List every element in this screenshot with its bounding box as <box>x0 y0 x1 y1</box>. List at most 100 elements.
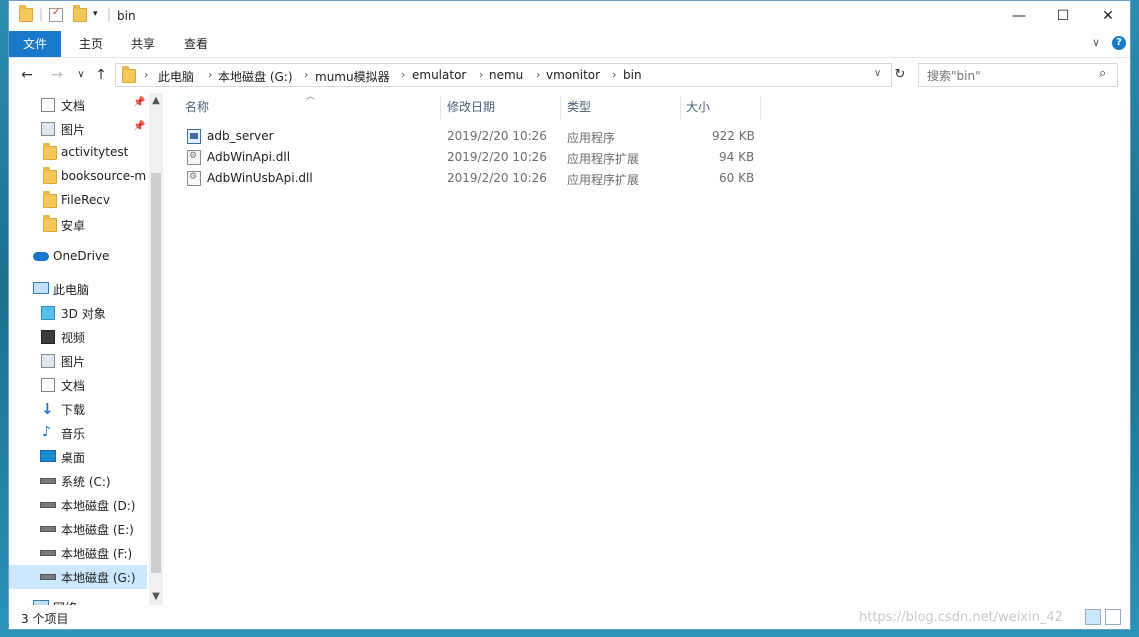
address-bar[interactable]: › 此电脑 › 本地磁盘 (G:) › mumu模拟器 › emulator ›… <box>115 63 892 87</box>
nav-item-drive-c[interactable]: 系统 (C:) <box>9 469 147 493</box>
tab-view[interactable]: 查看 <box>170 31 222 57</box>
breadcrumb-item[interactable]: 本地磁盘 (G:) <box>218 68 293 85</box>
tab-file[interactable]: 文件 <box>9 31 62 57</box>
3d-objects-icon <box>41 306 55 320</box>
nav-item-drive-g[interactable]: 本地磁盘 (G:) <box>9 565 147 589</box>
column-divider[interactable] <box>680 95 681 121</box>
column-header-type[interactable]: 类型 <box>567 93 591 121</box>
column-header-modified[interactable]: 修改日期 <box>447 93 495 121</box>
nav-item-desktop[interactable]: 桌面 <box>9 445 147 469</box>
search-box[interactable]: ⌕ <box>918 63 1118 87</box>
nav-item-booksource[interactable]: booksource-m <box>9 165 147 189</box>
file-row[interactable]: adb_server 2019/2/20 10:26 应用程序 922 KB <box>179 126 779 147</box>
nav-item-3d-objects[interactable]: 3D 对象 <box>9 301 147 325</box>
file-size: 922 KB <box>712 129 755 143</box>
nav-item-drive-d[interactable]: 本地磁盘 (D:) <box>9 493 147 517</box>
nav-item-pictures-pinned[interactable]: 图片 📌 <box>9 117 147 141</box>
breadcrumb-item[interactable]: vmonitor <box>546 68 600 82</box>
chevron-right-icon: › <box>304 68 309 81</box>
nav-item-onedrive[interactable]: OneDrive <box>9 245 147 269</box>
tab-home[interactable]: 主页 <box>65 31 117 57</box>
back-button[interactable]: ← <box>17 65 37 85</box>
desktop-icon <box>40 450 56 462</box>
sort-ascending-icon: ︿ <box>306 92 316 102</box>
nav-item-network[interactable]: 网络 <box>9 595 147 605</box>
file-row[interactable]: AdbWinApi.dll 2019/2/20 10:26 应用程序扩展 94 … <box>179 147 779 168</box>
downloads-icon: ↓ <box>41 400 54 418</box>
column-header-name[interactable]: 名称 <box>185 93 209 121</box>
maximize-button[interactable]: ☐ <box>1040 1 1086 31</box>
large-icons-view-icon[interactable] <box>1105 609 1121 625</box>
address-dropdown-icon[interactable]: ∨ <box>874 68 881 79</box>
nav-item-filerecv[interactable]: FileRecv <box>9 189 147 213</box>
nav-scrollbar[interactable]: ▲ ▼ <box>149 93 163 605</box>
file-modified: 2019/2/20 10:26 <box>447 171 547 185</box>
drive-icon <box>40 502 56 508</box>
recent-locations-button[interactable]: ∨ <box>71 65 91 85</box>
folder-icon <box>43 143 57 160</box>
breadcrumb-item[interactable]: emulator <box>412 68 466 82</box>
nav-item-pictures[interactable]: 图片 <box>9 349 147 373</box>
file-size: 60 KB <box>719 171 755 185</box>
tab-share[interactable]: 共享 <box>117 31 169 57</box>
breadcrumb-item[interactable]: nemu <box>489 68 523 82</box>
address-row: ← → ∨ ↑ › 此电脑 › 本地磁盘 (G:) › mumu模拟器 › em… <box>9 61 1130 89</box>
nav-item-this-pc[interactable]: 此电脑 <box>9 277 147 301</box>
help-icon[interactable]: ? <box>1112 36 1126 50</box>
pictures-icon <box>41 354 55 368</box>
nav-item-downloads[interactable]: ↓ 下载 <box>9 397 147 421</box>
scroll-up-icon[interactable]: ▲ <box>149 95 163 106</box>
nav-item-drive-e[interactable]: 本地磁盘 (E:) <box>9 517 147 541</box>
nav-item-music[interactable]: ♪ 音乐 <box>9 421 147 445</box>
exe-icon <box>187 129 201 144</box>
column-divider[interactable] <box>560 95 561 121</box>
navigation-pane: 文档 📌 图片 📌 activitytest booksource-m File… <box>9 93 163 605</box>
onedrive-icon <box>33 252 49 261</box>
quick-access-dropdown-icon[interactable]: ▾ <box>93 9 98 19</box>
close-button[interactable]: ✕ <box>1085 1 1131 31</box>
file-row[interactable]: AdbWinUsbApi.dll 2019/2/20 10:26 应用程序扩展 … <box>179 168 779 189</box>
breadcrumb-item[interactable]: bin <box>623 68 642 82</box>
search-input[interactable] <box>925 67 1089 85</box>
new-folder-icon[interactable] <box>73 5 87 22</box>
folder-icon <box>43 215 57 232</box>
nav-item-documents[interactable]: 文档 <box>9 373 147 397</box>
nav-item-android[interactable]: 安卓 <box>9 213 147 237</box>
status-bar: 3 个项目 https://blog.csdn.net/weixin_42 <box>9 607 1130 629</box>
file-type: 应用程序 <box>567 131 616 145</box>
nav-item-drive-f[interactable]: 本地磁盘 (F:) <box>9 541 147 565</box>
details-view-icon[interactable] <box>1085 609 1101 625</box>
nav-item-videos[interactable]: 视频 <box>9 325 147 349</box>
item-count: 3 个项目 <box>21 612 69 626</box>
pin-icon[interactable]: 📌 <box>133 97 145 108</box>
videos-icon <box>41 330 55 344</box>
up-button[interactable]: ↑ <box>91 65 111 85</box>
file-size: 94 KB <box>719 150 755 164</box>
column-divider[interactable] <box>760 95 761 121</box>
refresh-button[interactable]: ↻ <box>890 65 910 85</box>
search-icon[interactable]: ⌕ <box>1099 66 1106 81</box>
scrollbar-thumb[interactable] <box>151 173 161 573</box>
scroll-down-icon[interactable]: ▼ <box>149 591 163 602</box>
system-drive-icon <box>40 478 56 484</box>
breadcrumb-item[interactable]: 此电脑 <box>158 68 194 85</box>
nav-item-activitytest[interactable]: activitytest <box>9 141 147 165</box>
explorer-window: | ✓ ▾ | bin — ☐ ✕ 文件 主页 共享 查看 ∨ ? ← → ∨ … <box>8 0 1131 630</box>
properties-icon[interactable]: ✓ <box>49 7 63 22</box>
folder-icon <box>43 191 57 208</box>
column-divider[interactable] <box>440 95 441 121</box>
nav-item-documents-pinned[interactable]: 文档 📌 <box>9 93 147 117</box>
column-header-size[interactable]: 大小 <box>686 93 710 121</box>
file-name: AdbWinUsbApi.dll <box>207 171 313 185</box>
dll-icon <box>187 150 201 165</box>
folder-icon <box>19 5 33 22</box>
pin-icon[interactable]: 📌 <box>133 121 145 132</box>
minimize-button[interactable]: — <box>996 1 1042 31</box>
chevron-right-icon: › <box>536 68 541 81</box>
expand-ribbon-icon[interactable]: ∨ <box>1092 36 1100 49</box>
chevron-right-icon: › <box>401 68 406 81</box>
breadcrumb-item[interactable]: mumu模拟器 <box>315 68 390 85</box>
forward-button[interactable]: → <box>47 65 67 85</box>
file-modified: 2019/2/20 10:26 <box>447 129 547 143</box>
file-name: AdbWinApi.dll <box>207 150 291 164</box>
